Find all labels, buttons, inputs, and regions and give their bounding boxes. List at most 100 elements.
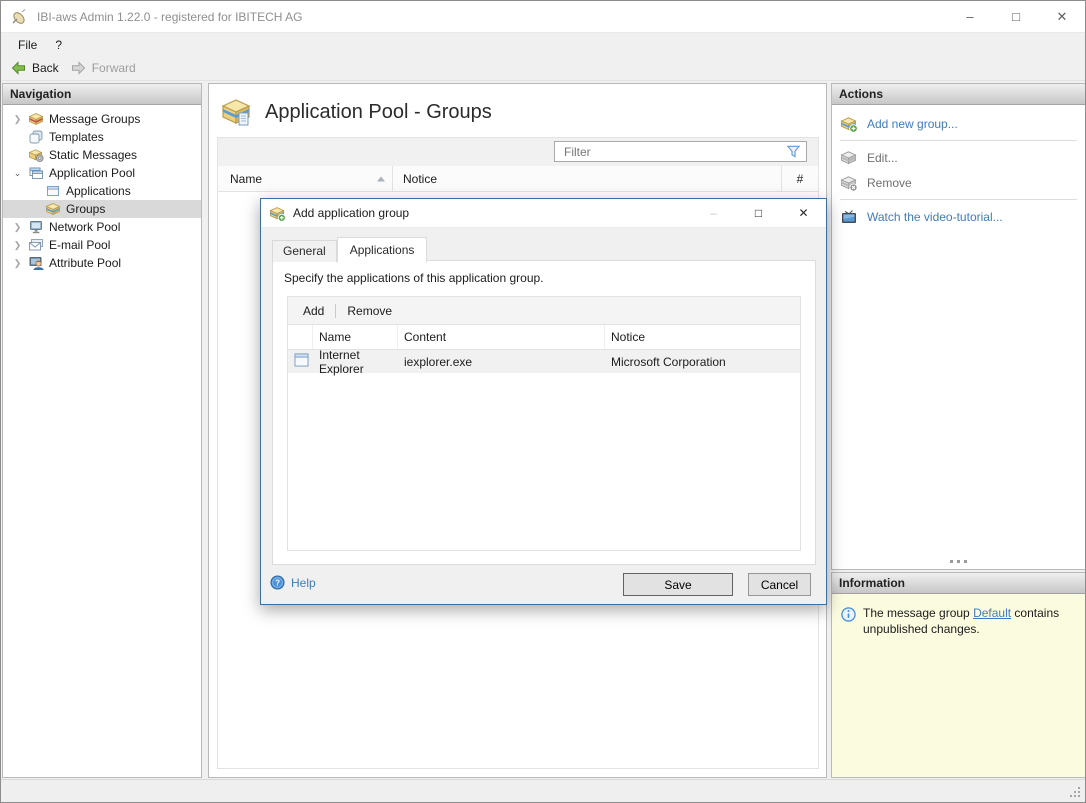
static-messages-icon [28,149,44,163]
application-pool-icon [29,167,43,179]
dialog-controls: – □ ✕ [691,199,826,227]
remove-label: Remove [867,175,912,190]
cell-notice: Microsoft Corporation [611,354,726,369]
tree-item-templates[interactable]: Templates [3,128,201,146]
chevron-right-icon[interactable]: ❯ [10,258,25,269]
help-link[interactable]: ? Help [270,575,316,590]
edit-group-icon [840,150,857,164]
groups-icon [45,203,61,216]
watch-tutorial-action[interactable]: Watch the video-tutorial... [832,206,1085,227]
tree-item-network-pool[interactable]: ❯ Network Pool [3,218,201,236]
tree-item-email-pool[interactable]: ❯ E-mail Pool [3,236,201,254]
information-text: The message group Default contains unpub… [863,606,1060,636]
tab-general[interactable]: General [272,240,337,262]
actions-header: Actions [832,84,1085,105]
filter-field [554,141,807,162]
forward-arrow-icon [71,61,85,75]
video-tutorial-icon [842,209,856,223]
tree-label: Message Groups [49,112,141,126]
edit-action[interactable]: Edit... [832,147,1085,168]
message-groups-icon [28,113,44,126]
nav-toolbar: Back Forward [1,56,1085,81]
ibi-aws-app-icon [12,8,26,24]
column-header-content[interactable]: Content [398,325,605,349]
chevron-right-icon[interactable]: ❯ [10,114,25,125]
table-row[interactable]: Internet Explorer iexplorer.exe Microsof… [288,348,800,376]
dialog-maximize-icon[interactable]: □ [736,199,781,227]
add-button[interactable]: Add [294,301,333,321]
filter-funnel-icon[interactable] [785,144,802,159]
column-header-notice[interactable]: Notice [605,325,800,349]
add-new-group-label: Add new group... [867,116,958,131]
chevron-down-icon[interactable]: ⌄ [10,168,25,179]
menu-help[interactable]: ? [46,36,71,54]
tree-item-message-groups[interactable]: ❯ Message Groups [3,110,201,128]
help-label: Help [291,575,316,590]
menu-file[interactable]: File [9,36,46,54]
minimize-icon[interactable]: – [947,1,993,32]
separator [840,199,1077,200]
dialog-applications-table: Add Remove Name Content Notice Internet … [287,296,801,551]
attribute-pool-icon [29,257,44,270]
right-column: Actions Add new group... Edit... Remove … [831,83,1085,778]
tree-item-applications[interactable]: Applications [3,182,201,200]
column-header-name[interactable]: Name [218,166,393,191]
app-window: IBI-aws Admin 1.22.0 - registered for IB… [0,0,1086,803]
watch-tutorial-label: Watch the video-tutorial... [867,209,1003,224]
sort-ascending-icon [377,176,385,181]
templates-icon [29,130,43,144]
tree-item-attribute-pool[interactable]: ❯ Attribute Pool [3,254,201,272]
tree-label: Network Pool [49,220,121,234]
resize-grip-icon[interactable] [1069,786,1082,799]
remove-action[interactable]: Remove [832,172,1085,193]
applications-tab-panel: Specify the applications of this applica… [272,260,816,565]
add-group-icon [269,206,286,222]
dialog-table-toolbar: Add Remove [288,297,800,325]
save-button[interactable]: Save [623,573,733,596]
filter-bar [218,138,818,166]
svg-text:?: ? [275,579,280,588]
column-header-count[interactable]: # [781,166,818,191]
default-group-link[interactable]: Default [973,606,1011,620]
forward-button[interactable]: Forward [66,58,143,78]
filter-input[interactable] [555,144,785,159]
column-header-name[interactable]: Name [313,325,398,349]
actions-panel: Actions Add new group... Edit... Remove … [831,83,1085,570]
window-title: IBI-aws Admin 1.22.0 - registered for IB… [37,9,303,24]
dialog-body: General Applications Specify the applica… [261,228,826,604]
page-title-row: Application Pool - Groups [220,96,492,128]
table-header-row: Name Notice # [218,166,818,192]
information-header: Information [832,573,1085,594]
back-button[interactable]: Back [6,58,66,78]
application-window-icon [294,353,309,367]
remove-group-icon [840,175,858,192]
column-header-notice[interactable]: Notice [393,166,781,191]
tree-item-application-pool[interactable]: ⌄ Application Pool [3,164,201,182]
information-message: The message group Default contains unpub… [832,594,1085,638]
dialog-table-header: Name Content Notice [288,325,800,350]
cancel-button[interactable]: Cancel [748,573,811,596]
tree-item-static-messages[interactable]: Static Messages [3,146,201,164]
dialog-close-icon[interactable]: ✕ [781,199,826,227]
tree-item-groups[interactable]: Groups [3,200,201,218]
close-icon[interactable]: ✕ [1039,1,1085,32]
help-icon: ? [270,575,285,590]
maximize-icon[interactable]: □ [993,1,1039,32]
information-panel: Information The message group Default co… [831,572,1085,778]
tree-label: Templates [49,130,104,144]
panel-splitter-handle[interactable] [832,560,1085,566]
remove-button[interactable]: Remove [338,301,401,321]
navigation-header: Navigation [3,84,201,105]
title-bar: IBI-aws Admin 1.22.0 - registered for IB… [1,1,1085,33]
forward-label: Forward [91,61,136,75]
tree-label: Attribute Pool [49,256,122,270]
add-new-group-action[interactable]: Add new group... [832,113,1085,134]
dialog-tabs: General Applications [272,237,428,263]
navigation-panel: Navigation ❯ Message Groups Templates St… [2,83,202,778]
chevron-right-icon[interactable]: ❯ [10,240,25,251]
chevron-right-icon[interactable]: ❯ [10,222,25,233]
edit-label: Edit... [867,150,898,165]
column-header-icon [288,325,313,349]
tree-label: Applications [66,184,131,198]
tab-applications[interactable]: Applications [336,237,428,263]
